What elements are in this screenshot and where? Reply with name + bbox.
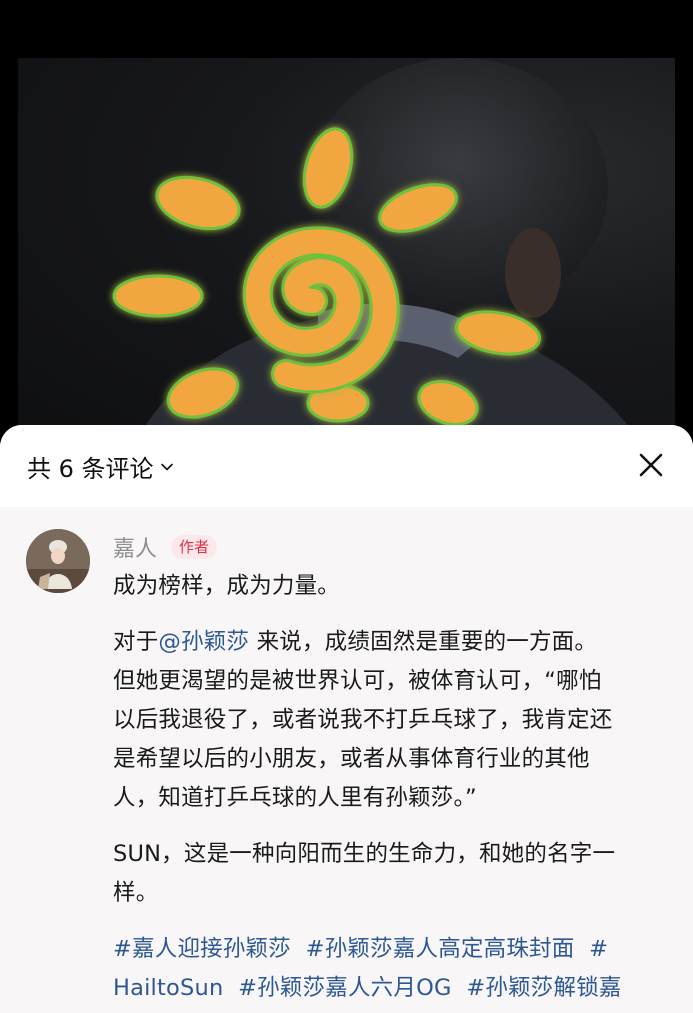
text-prefix: 对于 xyxy=(113,629,159,655)
author-badge: 作者 xyxy=(171,535,218,559)
hashtag-link[interactable]: #孙颖莎嘉人六月OG xyxy=(238,975,452,1001)
text-rest: 来说，成绩固然是重要的一方面。 xyxy=(249,629,598,655)
avatar[interactable] xyxy=(26,529,90,593)
comment-sheet-header: 共 6 条评论 xyxy=(0,425,693,507)
video-frame-illustration xyxy=(112,58,638,438)
screen: 共 6 条评论 嘉人 作者 成为榜样，成为力量。 对于@孙颖莎 来说，成绩固然是… xyxy=(0,0,693,1013)
hashtag-link[interactable]: #孙颖莎解锁嘉 xyxy=(466,975,621,1001)
avatar-image xyxy=(26,529,90,593)
comment-paragraph-2-line-3: 以后我退役了，或者说我不打乒乓球了，我肯定还 xyxy=(113,707,613,733)
hashtag-link[interactable]: #嘉人迎接孙颖莎 xyxy=(113,936,291,962)
comment-paragraph-1: 成为榜样，成为力量。 xyxy=(113,573,341,599)
hashtag-link[interactable]: HailtoSun xyxy=(113,975,223,1001)
video-player[interactable] xyxy=(18,58,675,438)
hashtags-line-1: #嘉人迎接孙颖莎 #孙颖莎嘉人高定高珠封面 # xyxy=(113,930,673,969)
comment-paragraph-3-line-1: SUN，这是一种向阳而生的生命力，和她的名字一 xyxy=(113,841,616,867)
comment-item: 嘉人 作者 成为榜样，成为力量。 对于@孙颖莎 来说，成绩固然是重要的一方面。 … xyxy=(0,507,693,1013)
comment-sheet: 共 6 条评论 嘉人 作者 成为榜样，成为力量。 对于@孙颖莎 来说，成绩固然是… xyxy=(0,425,693,1013)
close-icon[interactable] xyxy=(636,450,666,480)
comment-paragraph-2-line-4: 是希望以后的小朋友，或者从事体育行业的其他 xyxy=(113,746,590,772)
author-row: 嘉人 作者 xyxy=(113,531,218,563)
comment-paragraph-2-line-5: 人，知道打乒乓球的人里有孙颖莎。” xyxy=(113,785,477,811)
comment-count-label: 共 6 条评论 xyxy=(27,455,154,483)
hashtag-link[interactable]: # xyxy=(589,936,608,962)
mention-link[interactable]: @孙颖莎 xyxy=(158,629,249,655)
comment-paragraph-2-line-2: 但她更渴望的是被世界认可，被体育认可，“哪怕 xyxy=(113,668,602,694)
comment-text: 成为榜样，成为力量。 对于@孙颖莎 来说，成绩固然是重要的一方面。 但她更渴望的… xyxy=(113,567,673,1008)
hashtag-link[interactable]: #孙颖莎嘉人高定高珠封面 xyxy=(306,936,575,962)
hashtags-line-2: HailtoSun #孙颖莎嘉人六月OG #孙颖莎解锁嘉 xyxy=(113,969,673,1008)
comment-count-dropdown[interactable]: 共 6 条评论 xyxy=(27,449,174,484)
chevron-down-icon xyxy=(160,463,173,470)
comment-paragraph-2-line-1: 对于@孙颖莎 来说，成绩固然是重要的一方面。 xyxy=(113,623,673,662)
author-name[interactable]: 嘉人 xyxy=(113,531,157,563)
comment-paragraph-3-line-2: 样。 xyxy=(113,880,159,906)
